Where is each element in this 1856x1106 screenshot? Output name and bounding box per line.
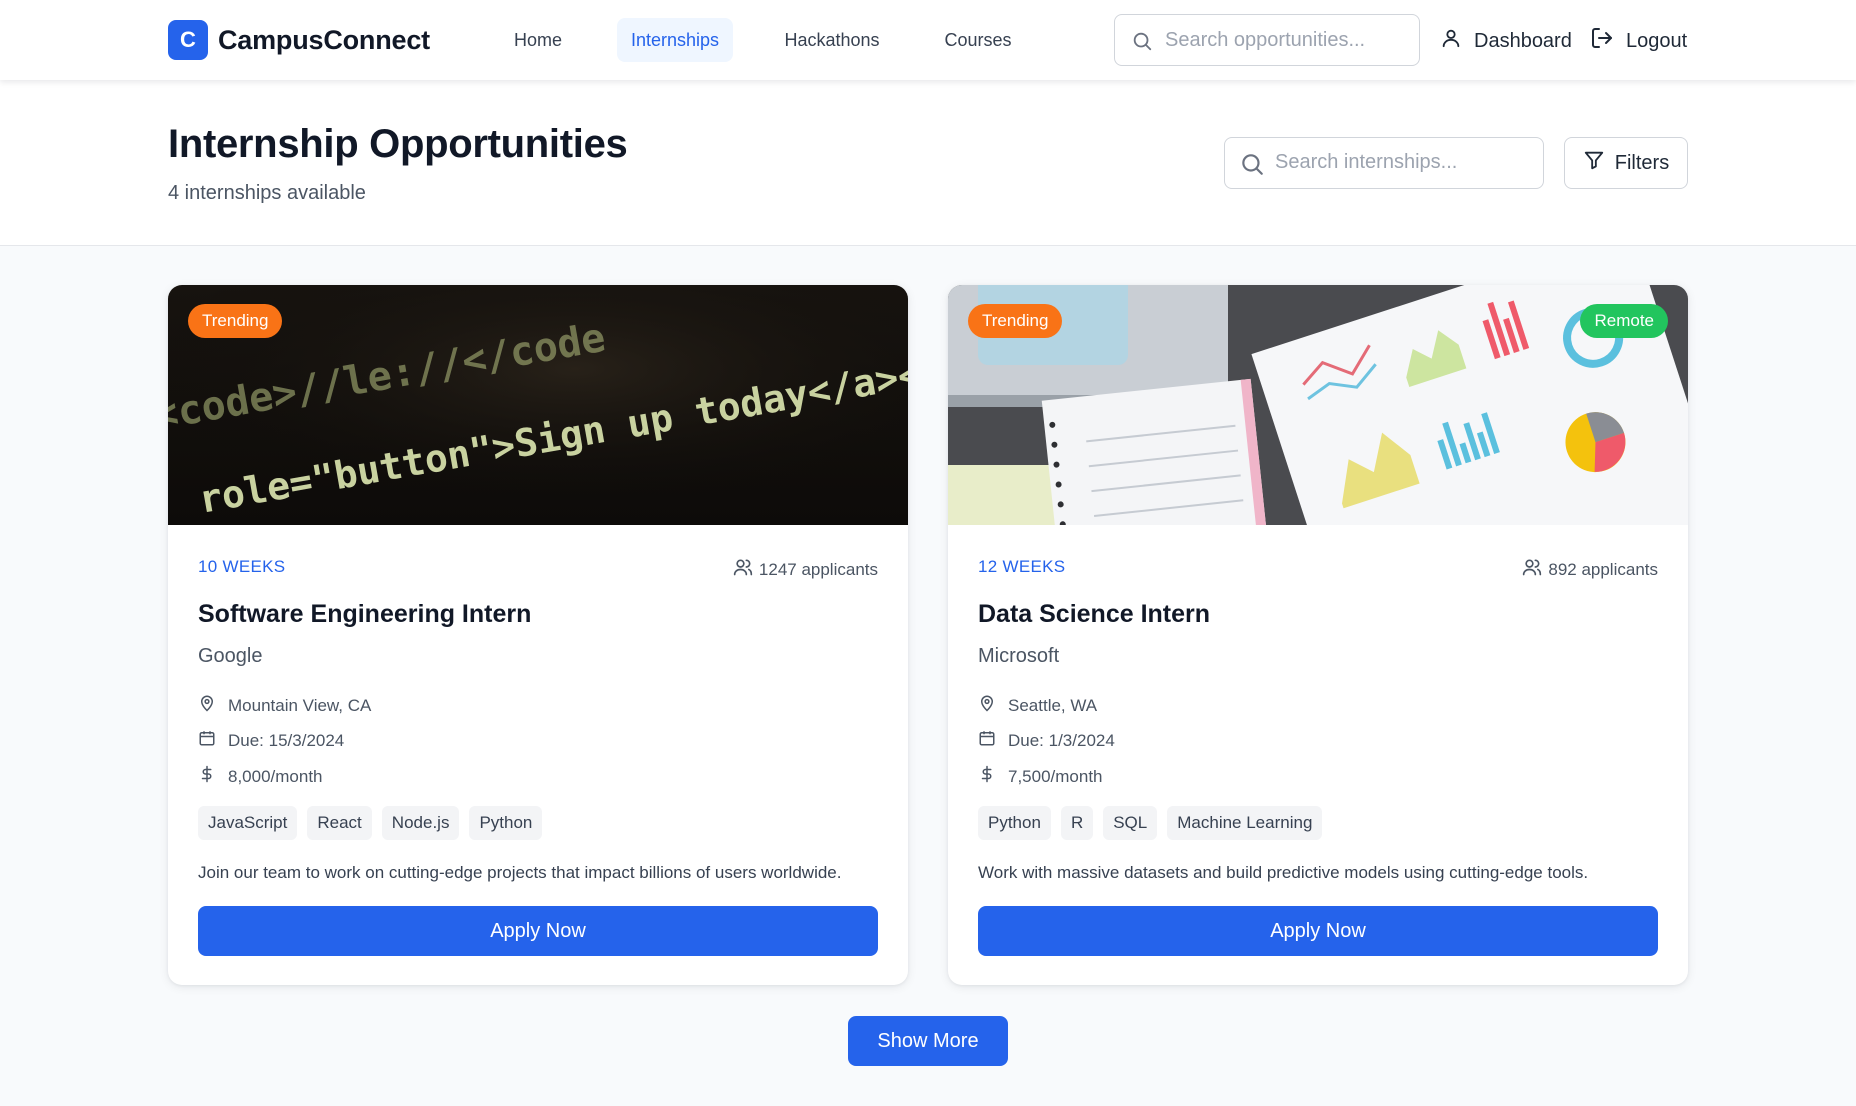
location-row: Mountain View, CA xyxy=(198,693,371,718)
users-icon xyxy=(733,557,753,582)
filter-icon xyxy=(1583,149,1605,177)
map-pin-icon xyxy=(198,693,216,718)
search-icon xyxy=(1131,30,1153,57)
skill-tag: JavaScript xyxy=(198,806,298,840)
company-name: Microsoft xyxy=(978,645,1060,667)
apply-now-button[interactable]: Apply Now xyxy=(198,906,878,956)
filters-button[interactable]: Filters xyxy=(1564,137,1688,189)
dashboard-link[interactable]: Dashboard xyxy=(1440,26,1572,56)
nav-link-hackathons[interactable]: Hackathons xyxy=(772,18,892,62)
location-text: Seattle, WA xyxy=(1008,695,1098,715)
job-description: Work with massive datasets and build pre… xyxy=(978,863,1589,882)
stipend-row: 7,500/month xyxy=(978,763,1103,790)
skill-tags: Python R SQL Machine Learning xyxy=(978,806,1332,840)
internship-search xyxy=(1224,137,1544,189)
nav-link-courses[interactable]: Courses xyxy=(934,18,1022,62)
dashboard-label: Dashboard xyxy=(1474,29,1572,52)
job-description: Join our team to work on cutting-edge pr… xyxy=(198,863,842,882)
skill-tag: SQL xyxy=(1103,806,1158,840)
applicant-count-text: 892 applicants xyxy=(1548,559,1658,579)
internship-image-analytics: Trending Remote xyxy=(948,285,1688,525)
deadline-text: Due: 1/3/2024 xyxy=(1008,730,1115,750)
stipend-text: 7,500/month xyxy=(1008,766,1103,786)
logout-label: Logout xyxy=(1626,29,1688,52)
calendar-icon xyxy=(198,728,216,753)
page-header: Internship Opportunities 4 internships a… xyxy=(0,80,1856,246)
deadline-row: Due: 15/3/2024 xyxy=(198,728,344,753)
trending-badge: Trending xyxy=(188,304,283,338)
internship-image-code: <code>//le://</code role="button">Sign u… xyxy=(168,285,908,525)
app-name: CampusConnect xyxy=(218,24,430,55)
show-more-button[interactable]: Show More xyxy=(848,1016,1008,1066)
users-icon xyxy=(1522,557,1542,582)
job-title: Data Science Intern xyxy=(978,600,1211,628)
skill-tags: JavaScript React Node.js Python xyxy=(198,806,552,840)
dollar-icon xyxy=(978,763,996,790)
deadline-row: Due: 1/3/2024 xyxy=(978,728,1115,753)
skill-tag: Python xyxy=(469,806,543,840)
duration-label: 10 WEEKS xyxy=(198,557,286,576)
job-title: Software Engineering Intern xyxy=(198,600,532,628)
applicant-count: 1247 applicants xyxy=(733,557,878,582)
search-icon xyxy=(1239,151,1265,182)
map-pin-icon xyxy=(978,693,996,718)
internship-search-input[interactable] xyxy=(1275,151,1530,174)
nav-link-home[interactable]: Home xyxy=(500,18,576,62)
nav-link-internships[interactable]: Internships xyxy=(617,18,733,62)
user-icon xyxy=(1440,26,1462,56)
applicant-count-text: 1247 applicants xyxy=(758,559,878,579)
location-row: Seattle, WA xyxy=(978,693,1097,718)
apply-now-button[interactable]: Apply Now xyxy=(978,906,1658,956)
internship-card: Trending Remote 12 WEEKS 892 applicants … xyxy=(948,285,1688,985)
location-text: Mountain View, CA xyxy=(228,695,372,715)
logout-button[interactable]: Logout xyxy=(1590,26,1687,56)
trending-badge: Trending xyxy=(968,304,1063,338)
dollar-icon xyxy=(198,763,216,790)
skill-tag: R xyxy=(1060,806,1094,840)
deadline-text: Due: 15/3/2024 xyxy=(228,730,345,750)
internship-card: <code>//le://</code role="button">Sign u… xyxy=(168,285,908,985)
stipend-row: 8,000/month xyxy=(198,763,323,790)
app-logo[interactable]: C CampusConnect xyxy=(168,20,430,60)
page-title: Internship Opportunities xyxy=(168,122,628,166)
global-search-input[interactable] xyxy=(1165,28,1405,52)
skill-tag: Python xyxy=(978,806,1051,840)
applicant-count: 892 applicants xyxy=(1522,557,1658,582)
logout-icon xyxy=(1590,26,1614,56)
remote-badge: Remote xyxy=(1580,304,1668,338)
skill-tag: Node.js xyxy=(381,806,460,840)
company-name: Google xyxy=(198,645,263,667)
top-navbar: C CampusConnect Home Internships Hackath… xyxy=(0,0,1856,80)
filters-label: Filters xyxy=(1614,151,1670,174)
calendar-icon xyxy=(978,728,996,753)
duration-label: 12 WEEKS xyxy=(978,557,1066,576)
stipend-text: 8,000/month xyxy=(228,766,323,786)
skill-tag: React xyxy=(307,806,372,840)
internship-count: 4 internships available xyxy=(168,182,366,204)
skill-tag: Machine Learning xyxy=(1167,806,1323,840)
logo-mark: C xyxy=(168,20,208,60)
global-search xyxy=(1114,14,1420,66)
